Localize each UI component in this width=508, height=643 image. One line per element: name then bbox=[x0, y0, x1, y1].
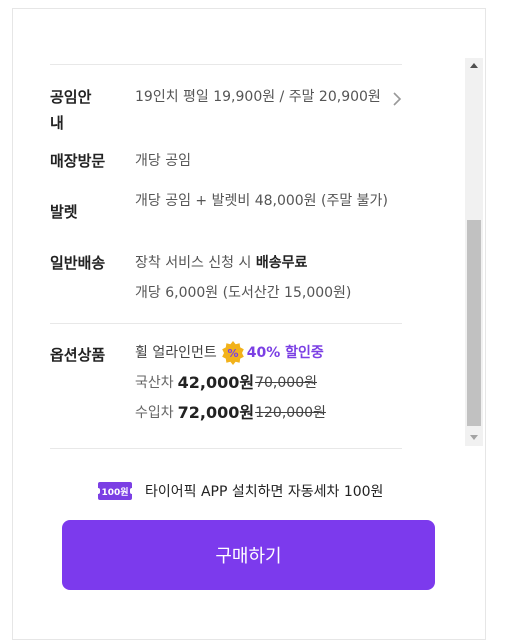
option-old-price: 70,000원 bbox=[255, 375, 317, 391]
free-delivery-label: 배송무료 bbox=[255, 255, 308, 271]
option-price-domestic[interactable]: 국산차 42,000원 70,000원 bbox=[135, 370, 397, 396]
option-price-imported[interactable]: 수입차 72,000원 120,000원 bbox=[135, 400, 397, 426]
svg-text:%: % bbox=[227, 347, 238, 360]
app-promo-text: 타이어픽 APP 설치하면 자동세차 100원 bbox=[145, 484, 384, 500]
vertical-scrollbar[interactable] bbox=[465, 58, 483, 446]
row-label-options: 옵션상품 bbox=[50, 346, 106, 364]
chevron-right-icon[interactable] bbox=[392, 92, 402, 106]
option-old-price: 120,000원 bbox=[255, 405, 326, 421]
option-origin: 국산차 bbox=[135, 375, 174, 391]
coupon-badge-icon: 100원 bbox=[96, 482, 134, 500]
scroll-down-arrow-icon[interactable] bbox=[465, 430, 483, 446]
option-title-line: 휠 얼라인먼트 % 40% 할인중 bbox=[135, 340, 397, 366]
buy-button[interactable]: 구매하기 bbox=[62, 520, 435, 590]
discount-rate: 40% 할인중 bbox=[246, 345, 324, 361]
info-row-store-visit: 매장방문 개당 공임 bbox=[50, 148, 402, 174]
row-value-store-visit: 개당 공임 bbox=[135, 153, 191, 169]
app-promo-banner[interactable]: 100원 타이어픽 APP 설치하면 자동세차 100원 bbox=[96, 480, 384, 502]
info-row-delivery: 일반배송 장착 서비스 신청 시 배송무료 개당 6,000원 (도서산간 15… bbox=[50, 250, 402, 306]
row-label-store-visit: 매장방문 bbox=[50, 152, 106, 170]
row-value-labor: 19인치 평일 19,900원 / 주말 20,900원 bbox=[135, 89, 381, 105]
delivery-fee-detail: 개당 6,000원 (도서산간 15,000원) bbox=[135, 285, 352, 301]
option-details: 휠 얼라인먼트 % 40% 할인중 국산차 42,000원 70,000원 수입… bbox=[135, 340, 397, 426]
row-value-valet: 개당 공임 + 발렛비 48,000원 (주말 불가) bbox=[135, 193, 388, 209]
bottom-divider bbox=[50, 448, 402, 449]
option-title: 휠 얼라인먼트 bbox=[135, 345, 217, 361]
info-row-labor[interactable]: 공임안내 19인치 평일 19,900원 / 주말 20,900원 bbox=[50, 84, 402, 134]
row-value-delivery: 장착 서비스 신청 시 배송무료 bbox=[135, 252, 393, 274]
scrollbar-thumb[interactable] bbox=[467, 220, 481, 426]
option-products: 옵션상품 휠 얼라인먼트 % 40% 할인중 국산차 42,000원 70,00… bbox=[50, 340, 402, 436]
discount-badge-icon: % bbox=[221, 341, 245, 365]
middle-divider bbox=[50, 323, 402, 324]
option-origin: 수입차 bbox=[135, 405, 174, 421]
option-price: 72,000원 bbox=[177, 403, 255, 422]
row-label-valet: 발렛 bbox=[50, 203, 78, 221]
row-label-delivery: 일반배송 bbox=[50, 254, 106, 272]
row-label-labor: 공임안내 bbox=[50, 88, 92, 132]
purchase-info-scroll-area[interactable]: 공임안내 19인치 평일 19,900원 / 주말 20,900원 매장방문 개… bbox=[50, 56, 402, 450]
option-price: 42,000원 bbox=[177, 373, 255, 392]
delivery-condition: 장착 서비스 신청 시 bbox=[135, 255, 256, 271]
top-divider bbox=[50, 64, 402, 65]
scroll-up-arrow-icon[interactable] bbox=[465, 58, 483, 74]
info-row-valet: 발렛 개당 공임 + 발렛비 48,000원 (주말 불가) bbox=[50, 188, 402, 234]
